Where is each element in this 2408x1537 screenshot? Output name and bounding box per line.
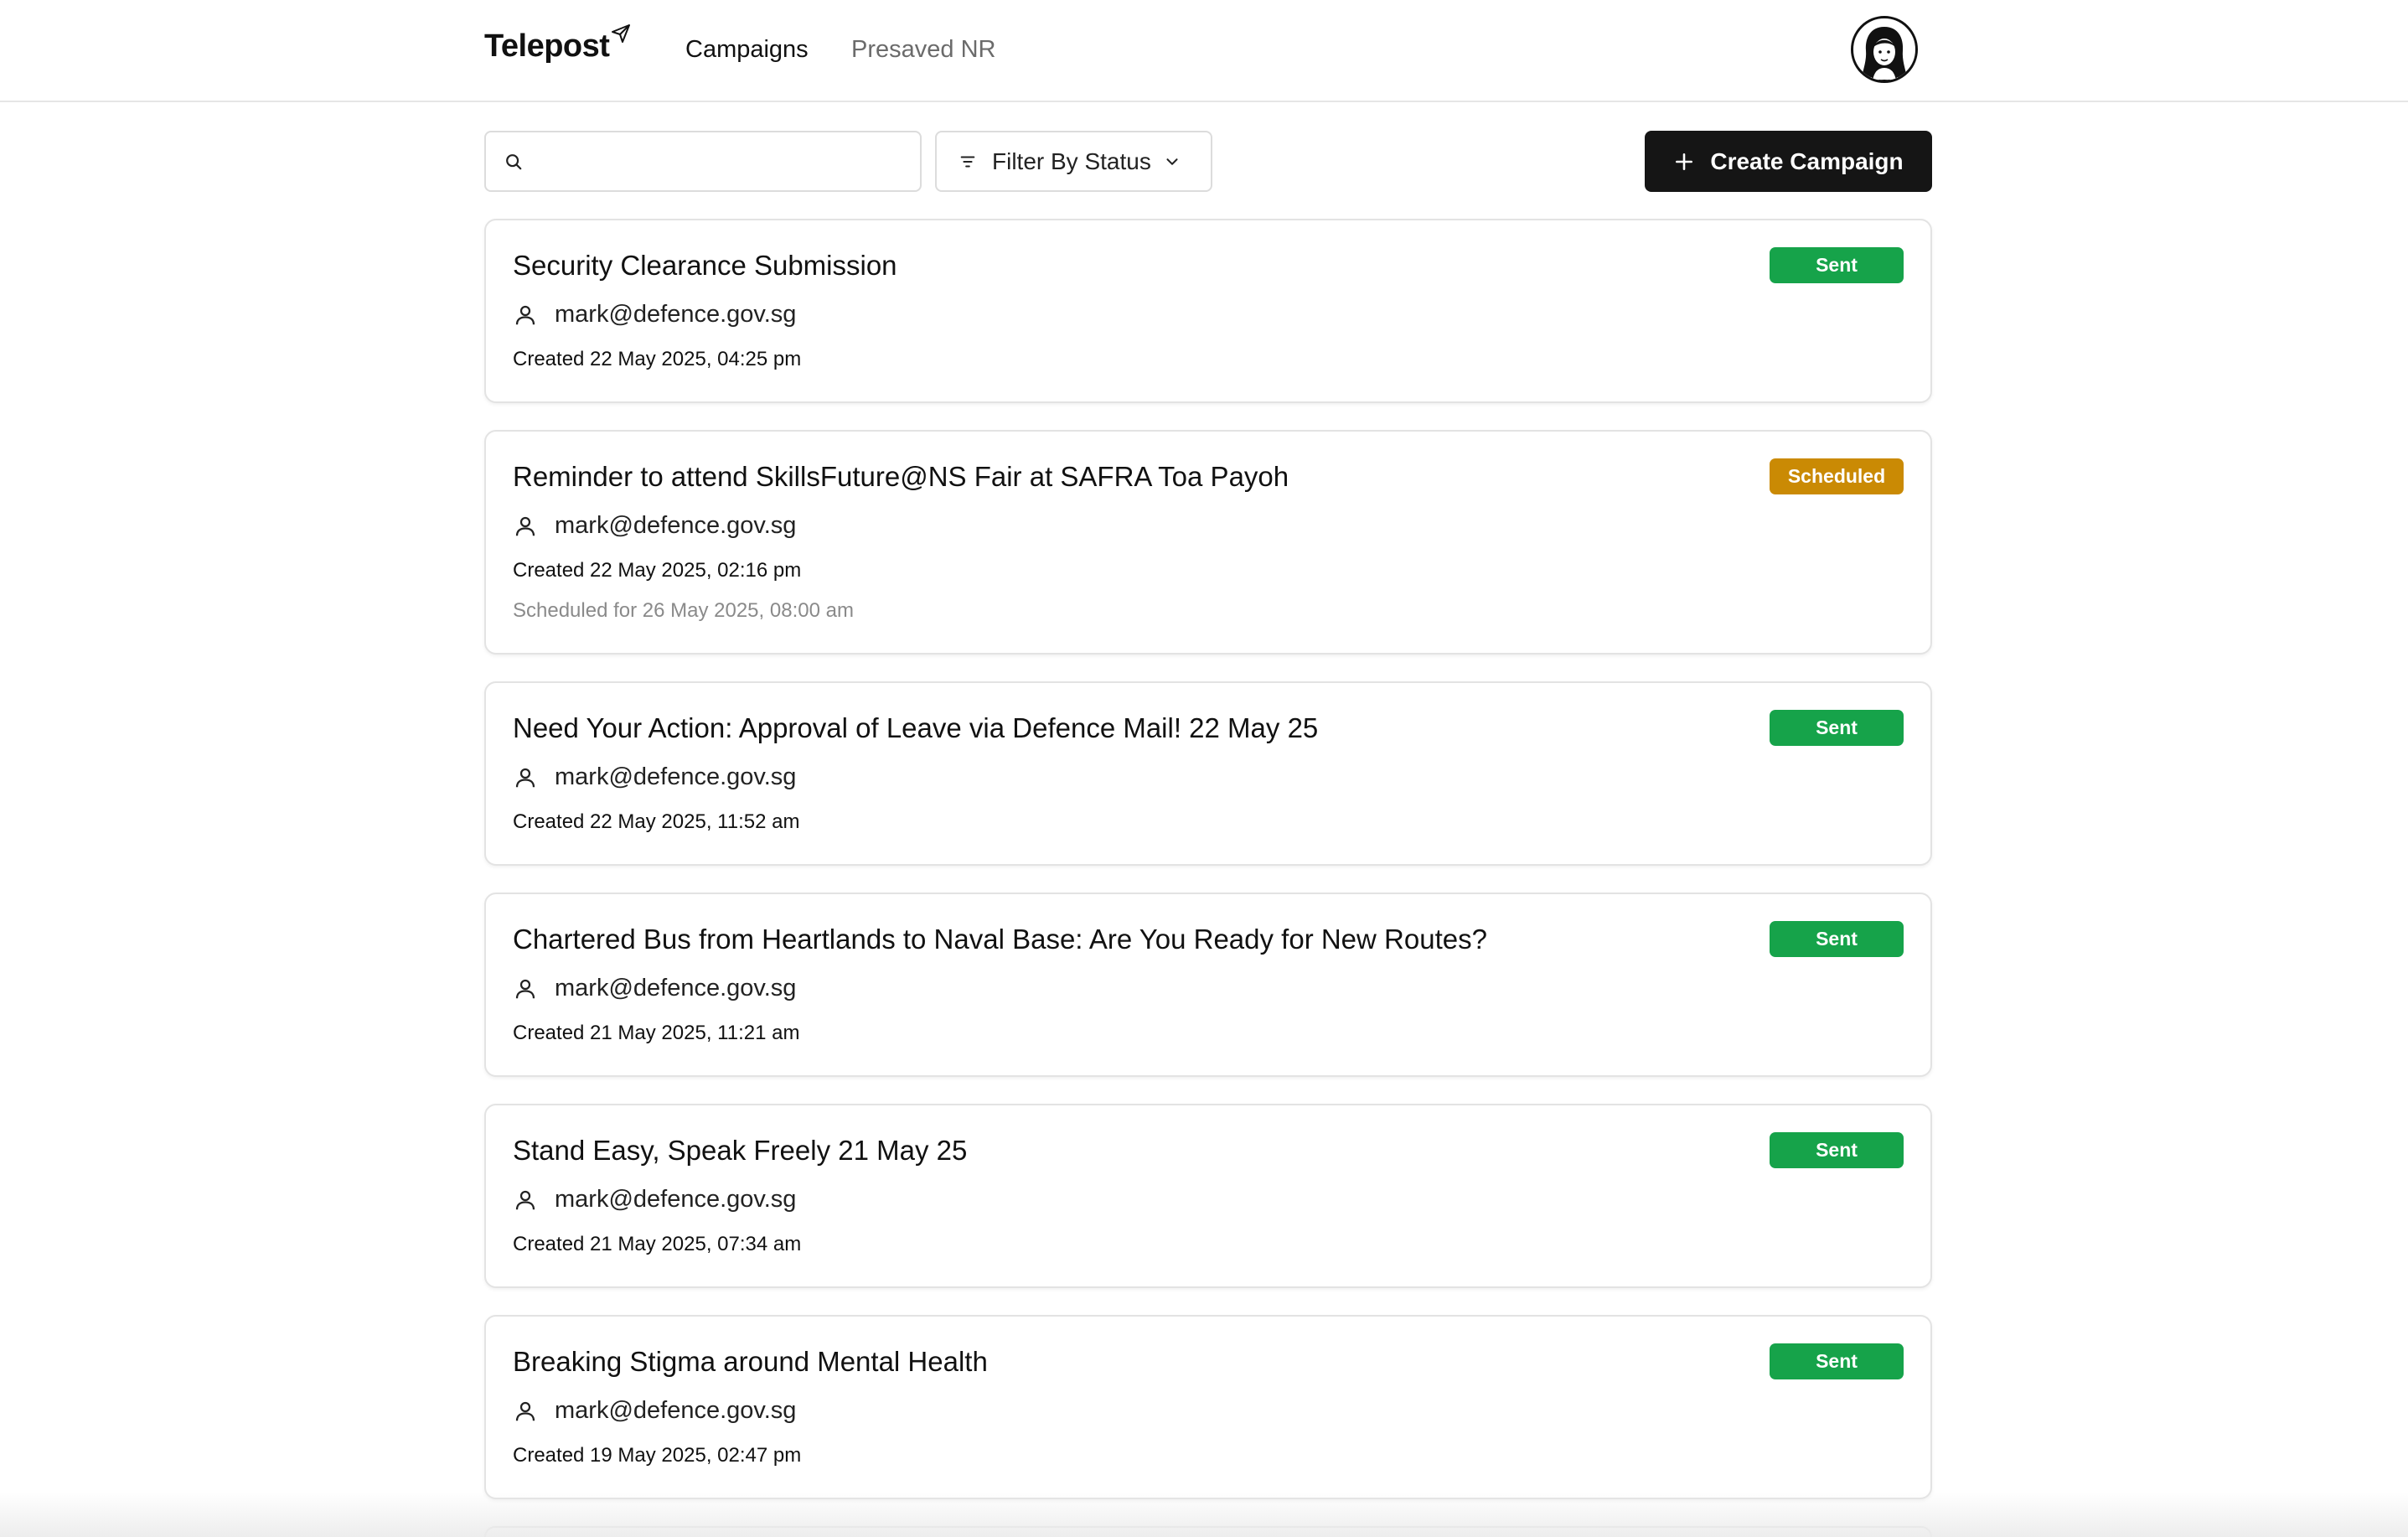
- search-input[interactable]: [535, 147, 907, 175]
- status-badge: Sent: [1770, 710, 1904, 746]
- campaign-card[interactable]: Need Your Action: Approval of Leave via …: [484, 681, 1932, 866]
- campaign-title: Breaking Stigma around Mental Health: [513, 1346, 988, 1377]
- chevron-down-icon: [1166, 158, 1178, 165]
- top-header: Telepost Campaigns Presaved NR: [0, 0, 2408, 102]
- campaign-card[interactable]: Reminder to attend SkillsFuture@NS Fair …: [484, 430, 1932, 655]
- user-icon: [515, 1401, 535, 1421]
- user-icon: [515, 979, 535, 998]
- campaign-card[interactable]: Security Clearance Submission mark@defen…: [484, 219, 1932, 403]
- created-date: Created 22 May 2025, 02:16 pm: [513, 559, 802, 582]
- logo-text: Telepost: [484, 28, 610, 64]
- created-date: Created 21 May 2025, 07:34 am: [513, 1233, 802, 1255]
- campaign-card[interactable]: Chartered Bus from Heartlands to Naval B…: [484, 893, 1932, 1077]
- user-icon: [515, 1190, 535, 1209]
- search-box[interactable]: [484, 131, 922, 192]
- status-badge: Sent: [1770, 921, 1904, 957]
- nav-presaved-nr[interactable]: Presaved NR: [851, 35, 995, 64]
- paper-plane-icon: [612, 24, 631, 43]
- owner-email: mark@defence.gov.sg: [555, 301, 797, 328]
- scroll-fade: [0, 1492, 2408, 1537]
- campaign-owner: mark@defence.gov.sg: [513, 512, 796, 540]
- owner-email: mark@defence.gov.sg: [555, 1397, 797, 1424]
- filter-by-status-dropdown[interactable]: Filter By Status: [935, 131, 1212, 192]
- filter-icon: [960, 155, 975, 168]
- owner-email: mark@defence.gov.sg: [555, 1186, 797, 1213]
- campaign-title: Stand Easy, Speak Freely 21 May 25: [513, 1135, 968, 1166]
- user-icon: [515, 305, 535, 324]
- scheduled-date: Scheduled for 26 May 2025, 08:00 am: [513, 599, 854, 622]
- plus-icon: [1676, 153, 1693, 170]
- status-badge: Sent: [1770, 1343, 1904, 1379]
- campaign-title: Need Your Action: Approval of Leave via …: [513, 712, 1319, 743]
- campaign-card[interactable]: Stand Easy, Speak Freely 21 May 25 mark@…: [484, 1104, 1932, 1288]
- campaign-owner: mark@defence.gov.sg: [513, 1397, 796, 1425]
- created-date: Created 22 May 2025, 04:25 pm: [513, 348, 802, 370]
- created-date: Created 21 May 2025, 11:21 am: [513, 1022, 800, 1044]
- filter-label: Filter By Status: [992, 147, 1151, 174]
- campaign-title: Reminder to attend SkillsFuture@NS Fair …: [513, 461, 1289, 492]
- owner-email: mark@defence.gov.sg: [555, 763, 797, 790]
- campaign-owner: mark@defence.gov.sg: [513, 1186, 796, 1214]
- owner-email: mark@defence.gov.sg: [555, 512, 797, 539]
- avatar-illustration: [1862, 27, 1907, 80]
- campaign-owner: mark@defence.gov.sg: [513, 301, 796, 329]
- user-avatar[interactable]: [1851, 16, 1918, 83]
- owner-email: mark@defence.gov.sg: [555, 975, 797, 1001]
- campaign-owner: mark@defence.gov.sg: [513, 975, 796, 1002]
- create-campaign-button[interactable]: Create Campaign: [1645, 131, 1932, 192]
- search-icon: [506, 153, 522, 169]
- campaign-title: Chartered Bus from Heartlands to Naval B…: [513, 924, 1487, 955]
- campaign-title: Security Clearance Submission: [513, 250, 897, 281]
- create-campaign-label: Create Campaign: [1710, 147, 1904, 174]
- app-logo[interactable]: Telepost: [484, 24, 631, 65]
- user-icon: [515, 516, 535, 536]
- status-badge: Sent: [1770, 1132, 1904, 1168]
- created-date: Created 22 May 2025, 11:52 am: [513, 810, 800, 833]
- campaign-card[interactable]: Breaking Stigma around Mental Health mar…: [484, 1315, 1932, 1499]
- nav-campaigns[interactable]: Campaigns: [685, 35, 809, 64]
- user-icon: [515, 768, 535, 787]
- campaign-owner: mark@defence.gov.sg: [513, 763, 796, 791]
- status-badge: Scheduled: [1770, 458, 1904, 494]
- created-date: Created 19 May 2025, 02:47 pm: [513, 1444, 802, 1467]
- status-badge: Sent: [1770, 247, 1904, 283]
